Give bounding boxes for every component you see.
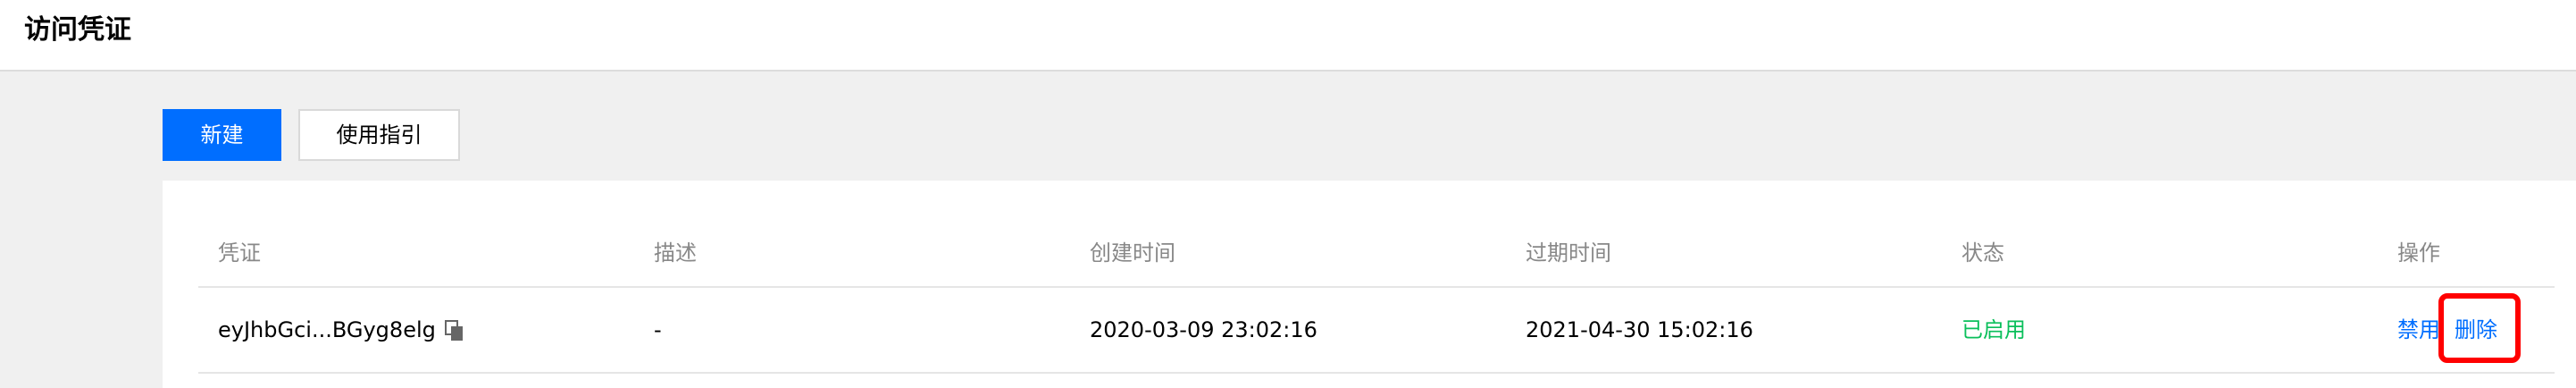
expires-time-cell: 2021-04-30 15:02:16 — [1526, 317, 1753, 342]
column-header-created: 创建时间 — [1090, 240, 1175, 266]
column-header-description: 描述 — [654, 240, 697, 266]
credential-value: eyJhbGci...BGyg8elg — [218, 317, 436, 342]
page-header: 访问凭证 — [0, 0, 2576, 72]
status-badge: 已启用 — [1961, 317, 2026, 342]
delete-link[interactable]: 删除 — [2455, 315, 2497, 345]
page-title: 访问凭证 — [24, 14, 131, 46]
description-cell: - — [654, 317, 662, 342]
disable-link[interactable]: 禁用 — [2397, 315, 2440, 345]
column-header-expires: 过期时间 — [1526, 240, 1611, 266]
created-time-cell: 2020-03-09 23:02:16 — [1090, 317, 1317, 342]
new-button[interactable]: 新建 — [163, 109, 281, 161]
credentials-card: 凭证 描述 创建时间 过期时间 状态 操作 eyJhbGci...BGyg8el… — [163, 181, 2576, 388]
guide-button[interactable]: 使用指引 — [298, 109, 460, 161]
table-row: eyJhbGci...BGyg8elg - 2020-03-09 23:02:1… — [198, 288, 2555, 374]
column-header-actions: 操作 — [2397, 240, 2440, 266]
column-header-credential: 凭证 — [218, 240, 261, 266]
copy-icon[interactable] — [444, 319, 464, 341]
credential-cell: eyJhbGci...BGyg8elg — [218, 315, 464, 345]
column-header-status: 状态 — [1961, 240, 2004, 266]
table-header: 凭证 描述 创建时间 过期时间 状态 操作 — [198, 216, 2555, 288]
